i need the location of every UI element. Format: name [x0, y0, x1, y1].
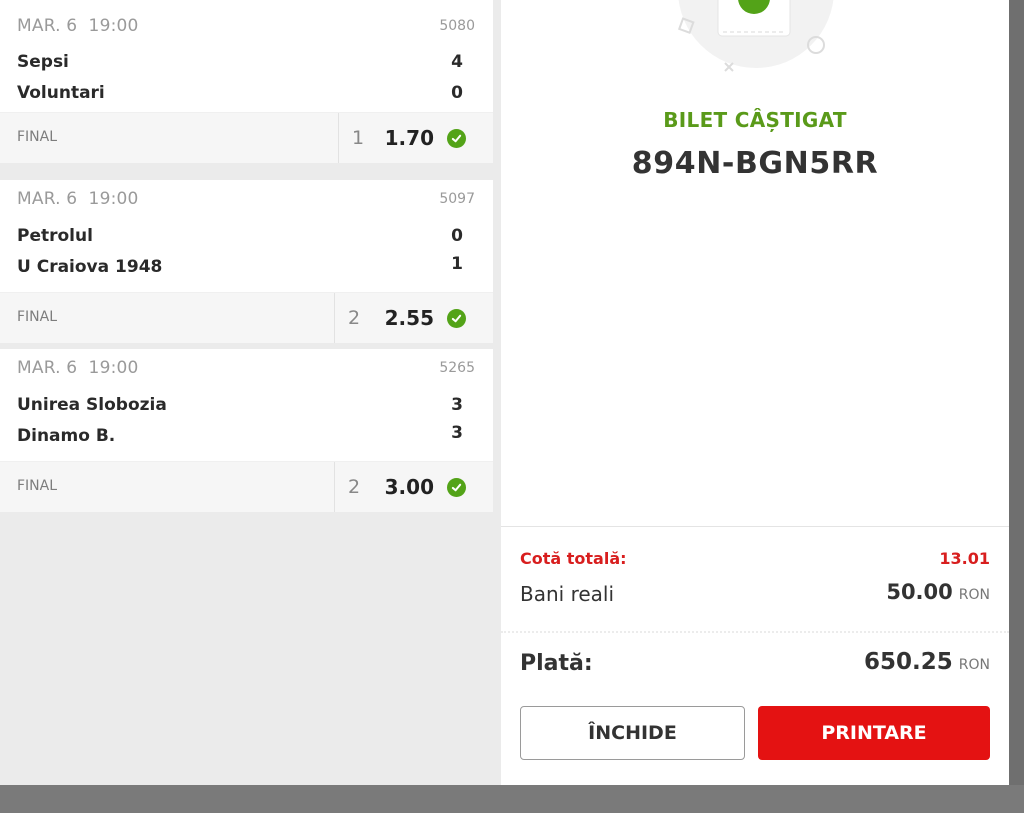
- matches-list: MAR. 6 19:00 5080 Sepsi 4 Voluntari 0 FI…: [0, 0, 501, 785]
- stake-amount: 50.00 RON: [886, 580, 990, 604]
- ticket-id: 894N-BGN5RR: [631, 146, 879, 181]
- total-odds-label: Cotă totală:: [520, 549, 627, 568]
- ticket-illustration-icon: [661, 0, 851, 80]
- home-score: 3: [451, 395, 463, 415]
- payout-amount: 650.25 RON: [864, 649, 990, 675]
- divider: [334, 293, 335, 343]
- away-team: U Craiova 1948: [17, 257, 163, 277]
- stake-label: Bani reali: [520, 582, 615, 606]
- currency: RON: [958, 587, 990, 603]
- match-result-row: FINAL 2 3.00: [0, 461, 493, 512]
- match-datetime: MAR. 6 19:00: [17, 189, 139, 209]
- background-overlay: [1009, 0, 1024, 785]
- away-team: Dinamo B.: [17, 426, 116, 446]
- match-card: MAR. 6 19:00 5265 Unirea Slobozia 3 Dina…: [0, 349, 493, 512]
- divider: [501, 631, 1009, 633]
- match-card: MAR. 6 19:00 5080 Sepsi 4 Voluntari 0 FI…: [0, 0, 493, 163]
- away-score: 0: [451, 83, 463, 103]
- home-team: Unirea Slobozia: [17, 395, 167, 415]
- away-score: 1: [451, 254, 463, 274]
- match-result-row: FINAL 1 1.70: [0, 112, 493, 163]
- pick: 2: [348, 476, 361, 498]
- background-overlay: [0, 785, 1024, 813]
- home-score: 0: [451, 226, 463, 246]
- home-team: Sepsi: [17, 52, 69, 72]
- match-status: FINAL: [17, 478, 58, 494]
- total-odds-value: 13.01: [939, 549, 990, 568]
- ticket-summary: Cotă totală: 13.01 Bani reali 50.00 RON P…: [501, 526, 1009, 786]
- payout-row: Plată: 650.25 RON: [520, 649, 990, 676]
- check-circle-icon: [447, 309, 466, 328]
- divider: [338, 113, 339, 163]
- match-datetime: MAR. 6 19:00: [17, 358, 139, 378]
- close-button[interactable]: ÎNCHIDE: [520, 706, 745, 760]
- payout-label: Plată:: [520, 651, 593, 676]
- total-odds-row: Cotă totală: 13.01: [520, 549, 990, 568]
- stake-row: Bani reali 50.00 RON: [520, 580, 990, 606]
- match-code: 5080: [439, 18, 475, 34]
- check-circle-icon: [447, 129, 466, 148]
- away-team: Voluntari: [17, 83, 105, 103]
- pick: 2: [348, 307, 361, 329]
- divider: [334, 462, 335, 512]
- odd: 2.55: [384, 306, 434, 330]
- match-code: 5265: [439, 360, 475, 376]
- pick: 1: [352, 127, 365, 149]
- match-status: FINAL: [17, 129, 58, 145]
- match-code: 5097: [439, 191, 475, 207]
- odd: 1.70: [384, 126, 434, 150]
- home-score: 4: [451, 52, 463, 72]
- match-card: MAR. 6 19:00 5097 Petrolul 0 U Craiova 1…: [0, 180, 493, 343]
- currency: RON: [958, 657, 990, 673]
- check-circle-icon: [447, 478, 466, 497]
- ticket-panel: BILET CÂȘTIGAT 894N-BGN5RR Cotă totală: …: [501, 0, 1009, 785]
- ticket-status: BILET CÂȘTIGAT: [663, 108, 847, 132]
- odd: 3.00: [384, 475, 434, 499]
- match-result-row: FINAL 2 2.55: [0, 292, 493, 343]
- away-score: 3: [451, 423, 463, 443]
- home-team: Petrolul: [17, 226, 93, 246]
- match-datetime: MAR. 6 19:00: [17, 16, 139, 36]
- match-status: FINAL: [17, 309, 58, 325]
- print-button[interactable]: PRINTARE: [758, 706, 990, 760]
